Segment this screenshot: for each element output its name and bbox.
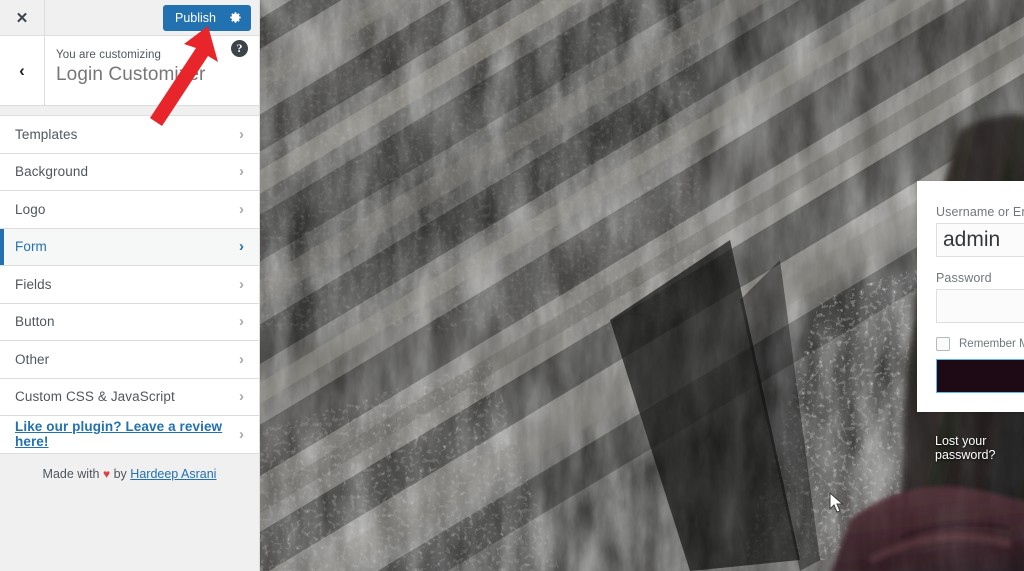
panel-title-bar: ‹ You are customizing Login Customizer ? bbox=[0, 36, 259, 106]
menu-item-like-our-plugin-leave-a-review-here[interactable]: Like our plugin? Leave a review here! › bbox=[0, 416, 259, 454]
remember-me-row[interactable]: Remember Me bbox=[936, 337, 1024, 351]
login-page-preview: Username or Email Address Password Remem… bbox=[260, 0, 1024, 571]
chevron-right-icon: › bbox=[239, 313, 244, 331]
menu-item-background[interactable]: Background › bbox=[0, 153, 259, 191]
menu-item-button[interactable]: Button › bbox=[0, 303, 259, 341]
menu-item-label: Button bbox=[15, 314, 55, 330]
panel-subtitle: You are customizing bbox=[56, 49, 162, 61]
login-submit-button[interactable]: Log In bbox=[936, 359, 1024, 393]
menu-item-logo[interactable]: Logo › bbox=[0, 191, 259, 229]
page-title: Login Customizer bbox=[56, 64, 206, 85]
help-icon[interactable]: ? bbox=[231, 40, 248, 57]
chevron-right-icon: › bbox=[239, 350, 244, 368]
footer-prefix: Made with bbox=[42, 466, 100, 481]
menu-item-custom-css-javascript[interactable]: Custom CSS & JavaScript › bbox=[0, 378, 259, 416]
heart-icon: ♥ bbox=[103, 466, 111, 481]
password-field-block: Password bbox=[936, 271, 1024, 323]
lost-password-link[interactable]: Lost your password? bbox=[935, 434, 1024, 462]
chevron-right-icon: › bbox=[239, 388, 244, 406]
menu-item-other[interactable]: Other › bbox=[0, 341, 259, 379]
footer-middle: by bbox=[113, 466, 127, 481]
customizer-topbar: ✕ Publish bbox=[0, 0, 259, 36]
menu-item-label: Background bbox=[15, 164, 89, 180]
menu-item-label: Fields bbox=[15, 276, 52, 292]
publish-button-label: Publish bbox=[175, 10, 216, 25]
chevron-right-icon: › bbox=[239, 275, 244, 293]
chevron-right-icon: › bbox=[239, 238, 244, 256]
login-form-card: Username or Email Address Password Remem… bbox=[917, 181, 1024, 412]
chevron-right-icon: › bbox=[239, 125, 244, 143]
customizer-menu: Templates › Background › Logo › Form › Fields › Bu… bbox=[0, 116, 259, 454]
footer-author-link[interactable]: Hardeep Asrani bbox=[130, 467, 216, 481]
remember-me-checkbox[interactable] bbox=[936, 337, 950, 351]
remember-me-label: Remember Me bbox=[959, 338, 1024, 350]
gear-icon[interactable] bbox=[229, 11, 242, 24]
back-button[interactable]: ‹ bbox=[0, 36, 45, 105]
menu-item-label: Like our plugin? Leave a review here! bbox=[15, 419, 223, 450]
publish-button[interactable]: Publish bbox=[163, 4, 251, 31]
chevron-right-icon: › bbox=[239, 163, 244, 181]
chevron-right-icon: › bbox=[239, 425, 244, 443]
menu-item-fields[interactable]: Fields › bbox=[0, 266, 259, 304]
menu-item-label: Other bbox=[15, 351, 50, 367]
menu-item-label: Templates bbox=[15, 126, 78, 142]
menu-item-label: Custom CSS & JavaScript bbox=[15, 389, 175, 405]
chevron-right-icon: › bbox=[239, 200, 244, 218]
username-input[interactable] bbox=[936, 223, 1024, 257]
sidebar-footer: Made with ♥ by Hardeep Asrani bbox=[0, 453, 259, 571]
background-photo bbox=[260, 0, 1024, 571]
close-customizer-button[interactable]: ✕ bbox=[0, 0, 45, 35]
panel-divider bbox=[0, 106, 259, 116]
panel-title-text: You are customizing Login Customizer ? bbox=[45, 36, 259, 105]
menu-item-templates[interactable]: Templates › bbox=[0, 116, 259, 154]
menu-item-form[interactable]: Form › bbox=[0, 228, 259, 266]
menu-item-label: Form bbox=[15, 239, 47, 255]
password-input[interactable] bbox=[936, 289, 1024, 323]
customizer-sidebar: ✕ Publish ‹ You are customizing Login Cu… bbox=[0, 0, 260, 571]
customizer-screen: ✕ Publish ‹ You are customizing Login Cu… bbox=[0, 0, 1024, 571]
password-label: Password bbox=[936, 271, 992, 285]
username-field-block: Username or Email Address bbox=[936, 205, 1024, 257]
username-label: Username or Email Address bbox=[936, 205, 1024, 219]
menu-item-label: Logo bbox=[15, 201, 46, 217]
